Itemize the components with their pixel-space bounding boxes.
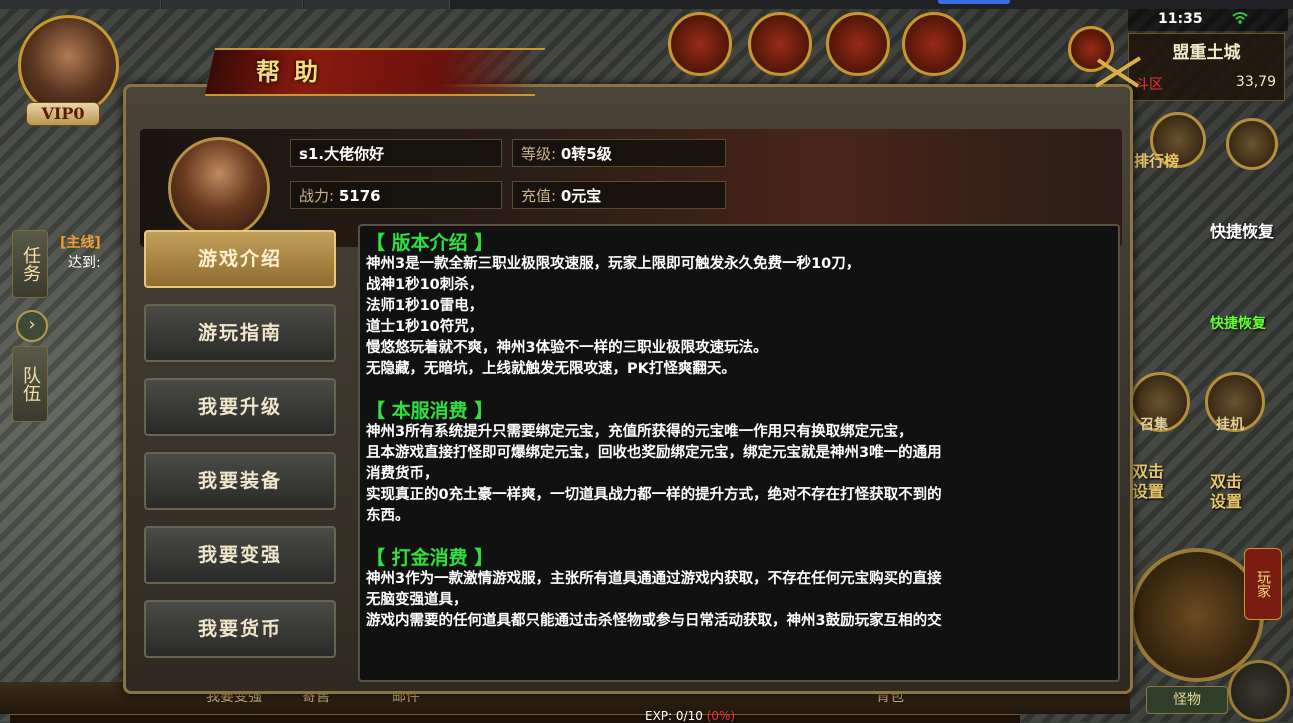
section-line: 法师1秒10雷电，: [366, 298, 484, 314]
browser-active-indicator: [938, 0, 1010, 4]
player-name: s1.大佬你好: [299, 145, 385, 163]
help-menu: 游戏介绍 游玩指南 我要升级 我要装备 我要变强 我要货币: [134, 222, 340, 682]
plus-icon[interactable]: [1226, 118, 1278, 170]
section-title: 【 本服消费 】: [366, 400, 494, 422]
section-line: 慢悠悠玩着就不爽，神州3体验不一样的三职业极限攻速玩法。: [366, 340, 768, 356]
section-line: 神州3作为一款激情游戏服，主张所有道具通通过游戏内获取，不存在任何元宝购买的直接: [366, 571, 942, 587]
close-icon[interactable]: [1088, 52, 1148, 92]
quest-goal[interactable]: 达到:: [68, 252, 101, 272]
menu-level-up[interactable]: 我要升级: [144, 378, 336, 436]
section-title: 【 版本介绍 】: [366, 232, 494, 254]
auto-hunt-label: 挂机: [1216, 417, 1244, 433]
section-line: 消费货币，: [366, 466, 439, 482]
quest-panel: 任务 [主线] 达到: › 队伍: [12, 230, 128, 422]
section-line: 无脑变强道具，: [366, 592, 468, 608]
level-box: 等级: 0转5级: [512, 139, 726, 167]
wifi-icon: [1232, 12, 1248, 24]
level-value: 0转5级: [560, 145, 612, 163]
section-title: 【 打金消费 】: [366, 547, 494, 569]
browser-tab[interactable]: [0, 0, 161, 9]
section-line: 神州3所有系统提升只需要绑定元宝，充值所获得的元宝唯一作用只有换取绑定元宝，: [366, 424, 913, 440]
power-label: 战力:: [299, 187, 335, 205]
attack-button[interactable]: [1228, 660, 1290, 722]
ranking-label: 排行榜: [1134, 152, 1180, 170]
power-box: 战力: 5176: [290, 181, 502, 209]
quick-restore-status[interactable]: 快捷恢复: [1210, 313, 1266, 333]
avatar[interactable]: [18, 15, 119, 116]
quest-tab[interactable]: 任务: [12, 230, 48, 298]
team-tab[interactable]: 队伍: [12, 346, 48, 422]
double-click-setting-left[interactable]: 双击设置: [1132, 462, 1174, 502]
double-click-setting-right[interactable]: 双击设置: [1210, 472, 1252, 512]
section-line: 无隐藏，无暗坑，上线就触发无限攻速，PK打怪爽翻天。: [366, 361, 736, 377]
section-line: 道士1秒10符咒，: [366, 319, 484, 335]
player-name-box: s1.大佬你好: [290, 139, 502, 167]
level-label: 等级:: [521, 145, 557, 163]
clock: 11:35: [1158, 11, 1203, 27]
dialog-title: 帮助: [256, 57, 332, 86]
status-bar: [1128, 9, 1288, 31]
exp-text: EXP: 0/10 (0%): [645, 709, 736, 723]
browser-tab-strip: [0, 0, 1293, 9]
collapse-arrow-icon[interactable]: ›: [16, 310, 48, 342]
section-line: 且本游戏直接打怪即可爆绑定元宝，回收也奖励绑定元宝，绑定元宝就是神州3唯一的通用: [366, 445, 942, 461]
minimap-panel[interactable]: 盟重土城 斗区 33,79: [1128, 33, 1285, 101]
menu-get-stronger[interactable]: 我要变强: [144, 526, 336, 584]
menu-game-intro[interactable]: 游戏介绍: [144, 230, 336, 288]
menu-equipment[interactable]: 我要装备: [144, 452, 336, 510]
map-coordinates: 33,79: [1235, 74, 1276, 90]
menu-play-guide[interactable]: 游玩指南: [144, 304, 336, 362]
browser-tab[interactable]: [162, 0, 303, 9]
section-line: 实现真正的0充土豪一样爽，一切道具战力都一样的提升方式，绝对不存在打怪获取不到的: [366, 487, 942, 503]
player-tab[interactable]: 玩家: [1244, 548, 1282, 620]
menu-currency[interactable]: 我要货币: [144, 600, 336, 658]
browser-tab[interactable]: [304, 0, 450, 9]
recharge-box: 充值: 0元宝: [512, 181, 726, 209]
section-line: 游戏内需要的任何道具都只能通过击杀怪物或参与日常活动获取，神州3鼓励玩家互相的交: [366, 613, 942, 629]
quick-restore-label[interactable]: 快捷恢复: [1210, 218, 1274, 242]
section-line: 神州3是一款全新三职业极限攻速服，玩家上限即可触发永久免费一秒10刀，: [366, 256, 861, 272]
help-content-panel[interactable]: 【 版本介绍 】神州3是一款全新三职业极限攻速服，玩家上限即可触发永久免费一秒1…: [358, 224, 1120, 682]
map-name: 盟重土城: [1172, 43, 1241, 63]
quest-type[interactable]: [主线]: [60, 232, 101, 252]
help-content: 【 版本介绍 】神州3是一款全新三职业极限攻速服，玩家上限即可触发永久免费一秒1…: [366, 232, 1110, 632]
section-line: 战神1秒10刺杀，: [366, 277, 484, 293]
recharge-value: 0元宝: [560, 187, 602, 205]
vip-badge[interactable]: VIP0: [26, 102, 100, 126]
section-line: 东西。: [366, 508, 410, 524]
summon-label: 召集: [1140, 417, 1168, 433]
recharge-label: 充值:: [521, 187, 557, 205]
power-value: 5176: [338, 187, 381, 205]
help-dialog: s1.大佬你好 等级: 0转5级 战力: 5176 充值: 0元宝 帮助 游戏介…: [120, 48, 1142, 694]
monster-tab[interactable]: 怪物: [1146, 686, 1228, 714]
